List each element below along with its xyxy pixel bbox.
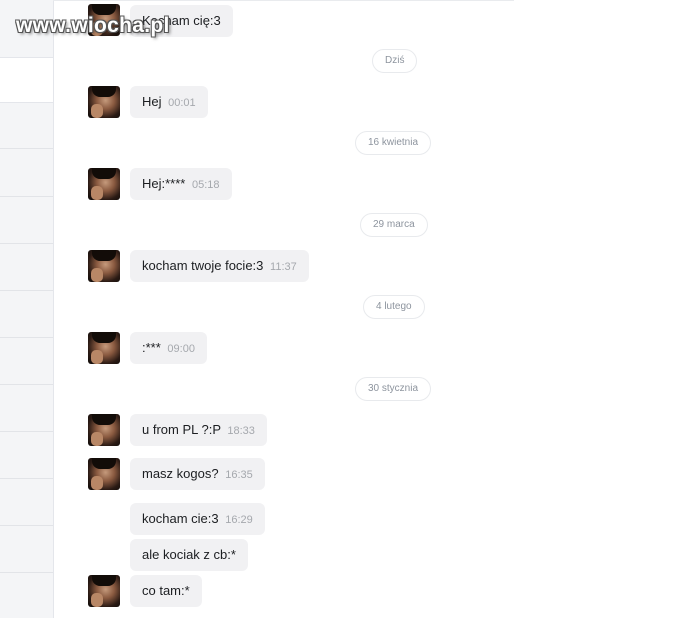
message-bubble: kocham twoje focie:3 11:37 [130,250,309,282]
sidebar-divider [0,148,53,149]
message-time: 16:29 [225,514,253,526]
sender-avatar[interactable] [88,414,120,446]
sidebar-divider [0,572,53,573]
message-bubble: masz kogos? 16:35 [130,458,265,490]
message-time: 18:33 [227,425,255,437]
sender-avatar[interactable] [88,250,120,282]
conversation-sidebar [0,0,54,618]
message-bubble: Hej 00:01 [130,86,208,118]
message-bubble: co tam:* [130,575,202,607]
sender-avatar[interactable] [88,86,120,118]
message-text: :*** [142,340,161,355]
message-bubble: u from PL ?:P 18:33 [130,414,267,446]
sender-avatar[interactable] [88,458,120,490]
sender-avatar[interactable] [88,168,120,200]
message-text: Hej:**** [142,176,186,191]
message-time: 16:35 [225,469,253,481]
header-divider [53,0,514,1]
message-text: co tam:* [142,583,190,598]
sidebar-divider [0,384,53,385]
date-separator: 16 kwietnia [355,131,432,155]
message-bubble: ale kociak z cb:* [130,539,248,571]
message-bubble: :*** 09:00 [130,332,207,364]
message-time: 09:00 [167,343,195,355]
date-separator: Dziś [372,49,418,73]
date-separator: 30 stycznia [355,377,432,401]
sidebar-divider [0,431,53,432]
message-bubble: kocham cie:3 16:29 [130,503,265,535]
message-time: 11:37 [270,261,297,273]
sidebar-divider [0,525,53,526]
message-bubble: Hej:**** 05:18 [130,168,232,200]
sidebar-divider [0,290,53,291]
watermark-logo: www.wiocha.pl [16,14,170,37]
date-separator: 29 marca [360,213,428,237]
message-time: 00:01 [168,97,196,109]
sidebar-divider [0,196,53,197]
date-separator: 4 lutego [363,295,425,319]
sidebar-divider [0,478,53,479]
sender-avatar[interactable] [88,332,120,364]
message-text: u from PL ?:P [142,422,221,437]
sender-avatar[interactable] [88,575,120,607]
message-text: Hej [142,94,162,109]
sidebar-divider [0,337,53,338]
sidebar-selected-row[interactable] [0,57,53,103]
sidebar-divider [0,243,53,244]
message-text: kocham twoje focie:3 [142,258,264,273]
message-text: masz kogos? [142,466,219,481]
message-text: ale kociak z cb:* [142,547,236,562]
message-text: kocham cie:3 [142,511,219,526]
message-time: 05:18 [191,179,220,191]
